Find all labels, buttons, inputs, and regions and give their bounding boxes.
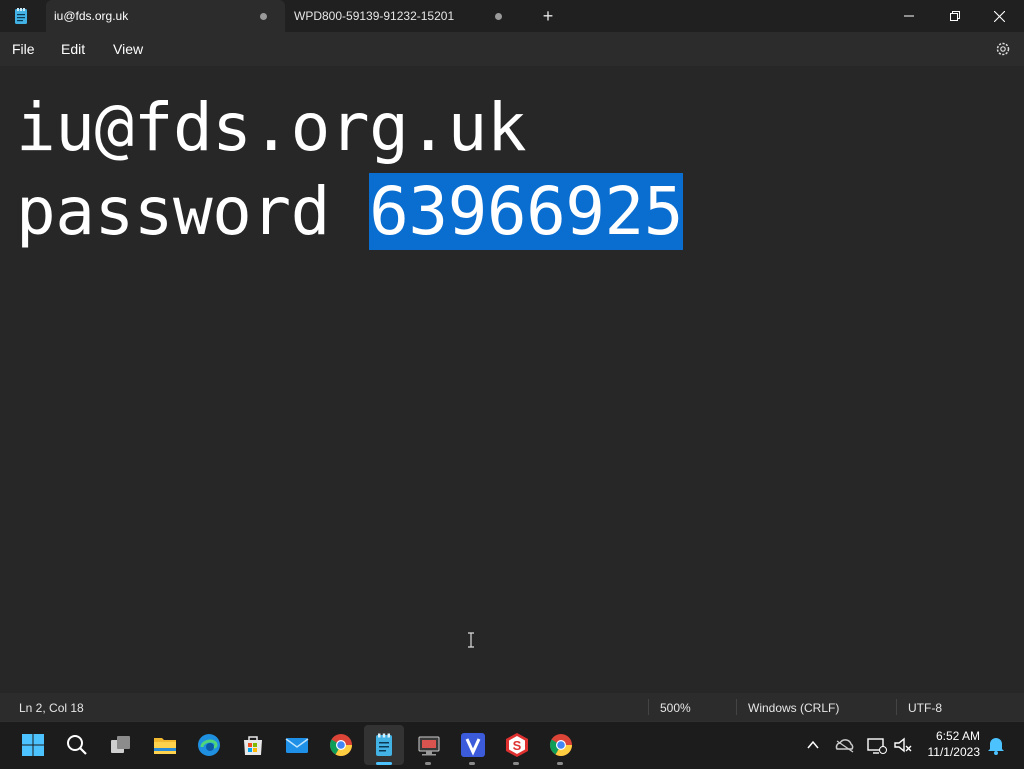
minimize-button[interactable] bbox=[886, 0, 932, 32]
notepad-taskbar-icon[interactable] bbox=[371, 732, 397, 758]
app-icon[interactable] bbox=[416, 732, 442, 758]
chrome-icon[interactable] bbox=[328, 732, 354, 758]
settings-gear-icon[interactable] bbox=[994, 40, 1012, 58]
clock-date[interactable]: 11/1/2023 bbox=[916, 745, 981, 759]
cursor-position: Ln 2, Col 18 bbox=[19, 701, 84, 715]
v-app-icon[interactable] bbox=[460, 732, 486, 758]
chrome-icon[interactable] bbox=[548, 732, 574, 758]
editor-line-1: iu@fds.org.uk bbox=[16, 89, 527, 166]
menu-bar: File Edit View bbox=[0, 32, 1024, 66]
notepad-icon bbox=[12, 7, 30, 25]
status-divider bbox=[736, 699, 737, 715]
search-icon[interactable] bbox=[64, 732, 90, 758]
running-indicator bbox=[469, 762, 475, 765]
store-icon[interactable] bbox=[240, 732, 266, 758]
chevron-up-icon[interactable] bbox=[804, 732, 822, 758]
zoom-level[interactable]: 500% bbox=[660, 701, 691, 715]
network-icon[interactable] bbox=[866, 732, 888, 758]
task-view-icon[interactable] bbox=[108, 732, 134, 758]
active-indicator bbox=[376, 762, 392, 765]
tab-active[interactable]: iu@fds.org.uk bbox=[46, 0, 285, 32]
close-button[interactable] bbox=[976, 0, 1022, 32]
taskbar: S 6:52 AM 11/1/2023 bbox=[0, 721, 1024, 769]
title-bar: iu@fds.org.uk WPD800-59139-91232-15201 + bbox=[0, 0, 1024, 32]
line-ending[interactable]: Windows (CRLF) bbox=[748, 701, 839, 715]
tab-inactive[interactable]: WPD800-59139-91232-15201 bbox=[286, 0, 520, 32]
unsaved-dot-icon[interactable] bbox=[260, 12, 267, 20]
editor-line-2: password 63966925 bbox=[16, 170, 684, 254]
text-editor[interactable]: iu@fds.org.uk password 63966925 bbox=[0, 66, 1024, 693]
mail-icon[interactable] bbox=[284, 732, 310, 758]
s-app-icon[interactable]: S bbox=[504, 732, 530, 758]
text-cursor-icon bbox=[466, 632, 476, 648]
notification-bell-icon[interactable] bbox=[986, 732, 1006, 758]
volume-muted-icon[interactable] bbox=[892, 732, 914, 758]
running-indicator bbox=[425, 762, 431, 765]
running-indicator bbox=[513, 762, 519, 765]
file-explorer-icon[interactable] bbox=[152, 732, 178, 758]
editor-line-2-text: password bbox=[16, 173, 370, 250]
status-bar: Ln 2, Col 18 500% Windows (CRLF) UTF-8 bbox=[0, 693, 1024, 721]
minimize-icon bbox=[904, 15, 914, 17]
svg-text:S: S bbox=[513, 738, 522, 753]
onedrive-icon[interactable] bbox=[834, 732, 856, 758]
clock-time[interactable]: 6:52 AM bbox=[916, 729, 980, 743]
menu-file[interactable]: File bbox=[12, 41, 35, 57]
edge-icon[interactable] bbox=[196, 732, 222, 758]
encoding[interactable]: UTF-8 bbox=[908, 701, 942, 715]
tab-label: iu@fds.org.uk bbox=[54, 9, 129, 23]
close-icon bbox=[993, 10, 1005, 22]
status-divider bbox=[896, 699, 897, 715]
status-divider bbox=[648, 699, 649, 715]
restore-button[interactable] bbox=[932, 0, 978, 32]
tab-label: WPD800-59139-91232-15201 bbox=[294, 9, 455, 23]
restore-icon bbox=[950, 11, 960, 21]
start-icon[interactable] bbox=[20, 732, 46, 758]
unsaved-dot-icon[interactable] bbox=[495, 12, 502, 20]
menu-edit[interactable]: Edit bbox=[61, 41, 85, 57]
new-tab-button[interactable]: + bbox=[538, 6, 558, 26]
running-indicator bbox=[557, 762, 563, 765]
menu-view[interactable]: View bbox=[113, 41, 143, 57]
selected-text: 63966925 bbox=[369, 173, 684, 250]
